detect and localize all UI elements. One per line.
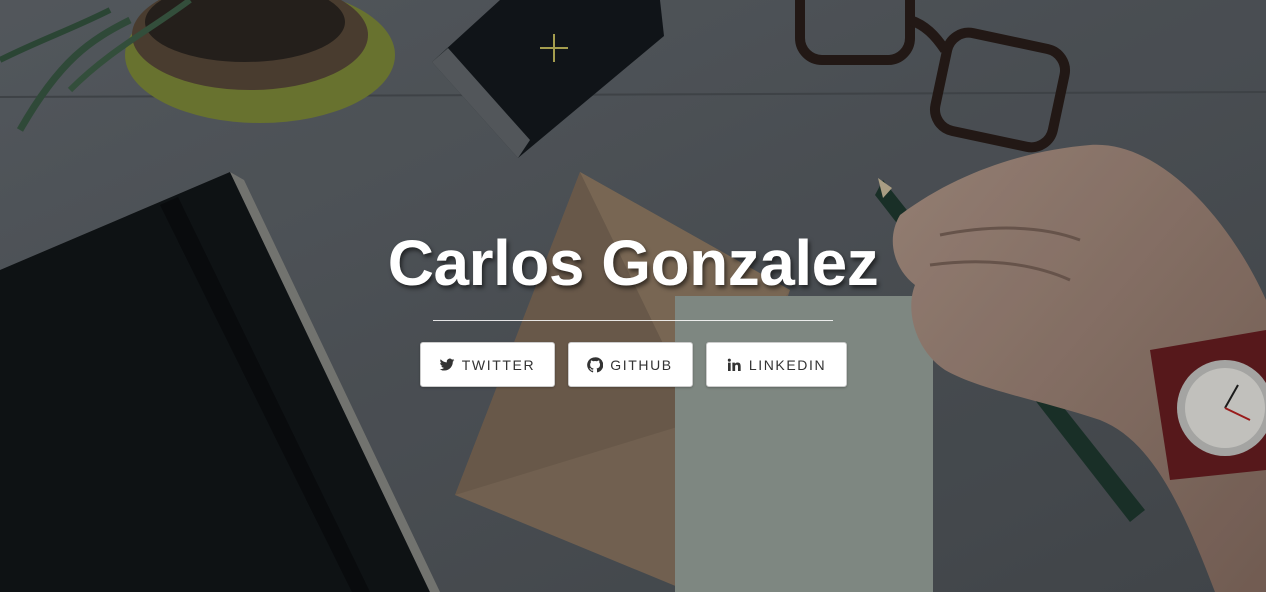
page-title: Carlos Gonzalez (387, 227, 879, 299)
github-label: GITHUB (610, 356, 673, 373)
github-icon (587, 356, 604, 373)
linkedin-label: LINKEDIN (748, 356, 827, 373)
github-button[interactable]: GITHUB (567, 342, 693, 387)
intro-message: Carlos Gonzalez TWITTER GITHUB LINKEDIN (0, 222, 1266, 387)
hero-section: Carlos Gonzalez TWITTER GITHUB LINKEDIN (0, 0, 1266, 592)
twitter-icon (439, 357, 455, 373)
twitter-label: TWITTER (461, 356, 536, 373)
twitter-button[interactable]: TWITTER (419, 342, 555, 387)
linkedin-button[interactable]: LINKEDIN (705, 342, 847, 387)
social-buttons: TWITTER GITHUB LINKEDIN (0, 342, 1266, 387)
title-divider (433, 320, 833, 321)
linkedin-icon (726, 357, 742, 373)
